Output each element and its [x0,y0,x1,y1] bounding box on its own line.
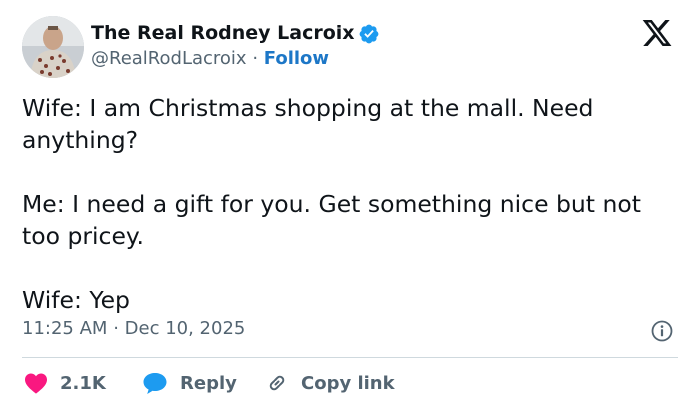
tweet-date: Dec 10, 2025 [124,318,246,339]
follow-button[interactable]: Follow [264,48,329,69]
verified-badge-icon [359,24,379,44]
timestamp-separator: · [113,318,119,339]
handle-separator: · [252,48,259,69]
like-count: 2.1K [60,372,106,394]
avatar-image [22,16,84,78]
author-display-name[interactable]: The Real Rodney Lacroix [91,22,355,44]
copy-link-label: Copy link [301,372,395,394]
reply-bubble-icon [143,373,167,394]
like-button[interactable]: 2.1K [24,368,106,398]
tweet-timestamp[interactable]: 11:25 AM · Dec 10, 2025 [22,318,245,339]
tweet-time: 11:25 AM [22,318,108,339]
reply-label: Reply [180,372,237,394]
info-icon[interactable] [650,319,674,343]
author-handle[interactable]: @RealRodLacroix [91,48,247,69]
tweet-text: Wife: I am Christmas shopping at the mal… [22,92,682,316]
divider [22,357,678,358]
heart-icon [25,373,47,394]
tweet-paragraph: Wife: Yep [22,286,130,314]
link-icon [269,375,285,391]
reply-button[interactable]: Reply [142,368,237,398]
tweet-paragraph: Wife: I am Christmas shopping at the mal… [22,94,594,154]
x-logo-icon[interactable] [640,17,674,49]
copy-link-button[interactable]: Copy link [265,368,395,398]
author-handle-row: @RealRodLacroix · Follow [91,48,329,69]
tweet-paragraph: Me: I need a gift for you. Get something… [22,190,641,250]
avatar[interactable] [22,16,84,78]
